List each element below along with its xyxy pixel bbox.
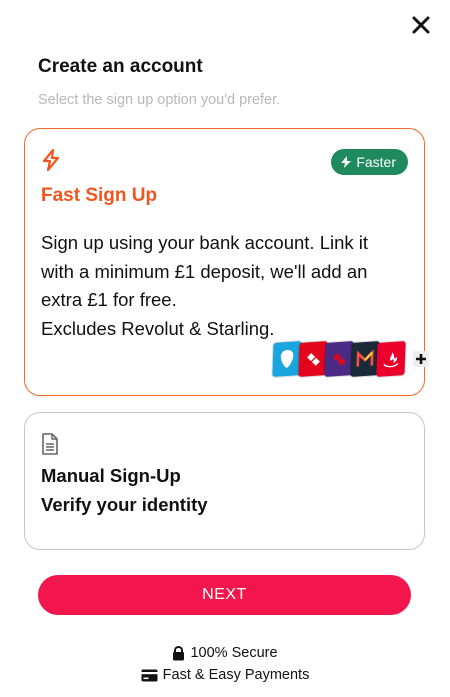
- faster-badge: Faster: [331, 149, 408, 175]
- bolt-small-icon: [341, 156, 352, 168]
- manual-signup-text: Manual Sign-Up Verify your identity: [41, 461, 208, 519]
- manual-signup-option[interactable]: Manual Sign-Up Verify your identity: [24, 412, 425, 550]
- close-button[interactable]: [408, 12, 434, 38]
- manual-signup-title: Manual Sign-Up: [41, 465, 181, 486]
- bank-logos: [272, 341, 429, 377]
- page-title: Create an account: [38, 56, 203, 77]
- bolt-icon: [42, 149, 60, 171]
- manual-signup-subtitle: Verify your identity: [41, 494, 208, 515]
- lock-icon: [173, 645, 185, 660]
- description-line: extra £1 for free.: [41, 289, 177, 310]
- secure-label: 100% Secure: [190, 645, 278, 661]
- credit-card-icon: [141, 669, 158, 681]
- payments-notice: Fast & Easy Payments: [0, 667, 450, 683]
- description-line: Excludes Revolut & Starling.: [41, 317, 275, 339]
- close-icon: [412, 16, 430, 34]
- page-subtitle: Select the sign up option you'd prefer.: [38, 92, 281, 108]
- natwest-purple-icon: [324, 341, 354, 377]
- fast-signup-description: Sign up using your bank account. Link it…: [41, 229, 411, 343]
- natwest-icon: [298, 341, 328, 377]
- description-line: Sign up using your bank account. Link it: [41, 232, 369, 253]
- document-icon: [42, 433, 58, 455]
- plus-icon: [413, 351, 429, 367]
- description-line: with a minimum £1 deposit, we'll add an: [41, 260, 368, 282]
- monzo-icon: [350, 341, 380, 377]
- santander-icon: [376, 341, 406, 377]
- barclays-icon: [272, 341, 302, 377]
- secure-notice: 100% Secure: [0, 645, 450, 661]
- payments-label: Fast & Easy Payments: [162, 667, 310, 683]
- fast-signup-title: Fast Sign Up: [41, 185, 158, 206]
- faster-badge-label: Faster: [356, 154, 396, 170]
- next-button[interactable]: NEXT: [38, 575, 411, 615]
- fast-signup-option[interactable]: Faster Fast Sign Up Sign up using your b…: [24, 128, 429, 396]
